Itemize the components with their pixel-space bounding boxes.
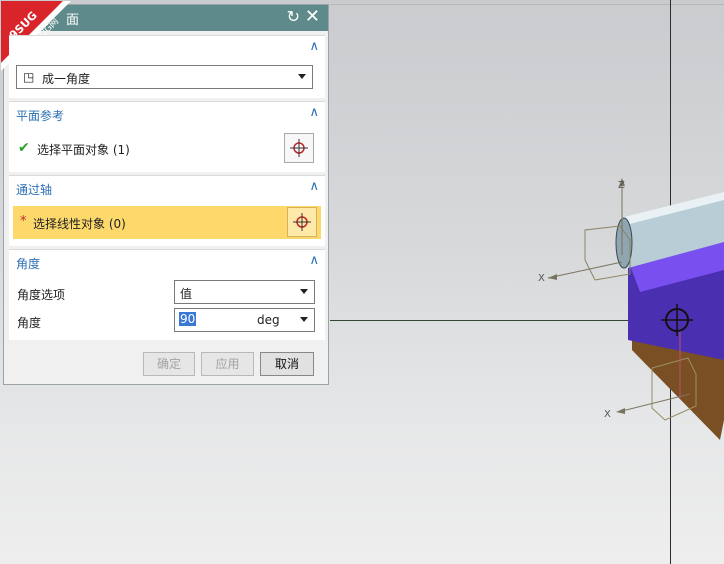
angle-option-value: 值 <box>180 287 193 301</box>
checkmark-icon: ✔ <box>18 140 30 156</box>
viewport-top-border <box>330 4 724 5</box>
dialog-title: 面 <box>66 13 80 28</box>
datum-plane-dialog: 面 ↻ ✕ 9SUG 学UG就上UG网 ∧ ◳ 成一角度 平面参考 ∧ ✔ 选择… <box>1 1 329 385</box>
select-axis-row[interactable]: * 选择线性对象 (0) <box>13 206 321 239</box>
dropdown-arrow-icon <box>298 74 306 79</box>
select-plane-button[interactable] <box>284 133 314 163</box>
angle-value-text[interactable]: 90 <box>179 312 197 326</box>
select-plane-label[interactable]: 选择平面对象 (1) <box>37 141 130 158</box>
x-axis-arrow-lower <box>616 408 625 414</box>
angle-value-input[interactable]: 90 deg <box>174 308 315 332</box>
dropdown-arrow-icon <box>300 289 308 294</box>
through-axis-section: 通过轴 ∧ * 选择线性对象 (0) <box>9 175 325 246</box>
plane-reference-section: 平面参考 ∧ ✔ 选择平面对象 (1) <box>9 101 325 172</box>
crosshair-select-icon <box>290 139 308 157</box>
collapse-chevron-icon[interactable]: ∧ <box>309 39 319 54</box>
x-axis-line-upper <box>547 261 623 279</box>
crosshair-select-icon <box>293 213 311 231</box>
angle-title: 角度 <box>16 257 41 271</box>
plane-type-value: 成一角度 <box>42 72 91 86</box>
z-axis-label: Z <box>618 180 625 191</box>
angle-option-dropdown[interactable]: 值 <box>174 280 315 304</box>
model-viewport[interactable]: Z X X <box>520 150 724 450</box>
required-asterisk: * <box>20 214 27 229</box>
plane-reference-title: 平面参考 <box>16 109 65 123</box>
select-axis-label: 选择线性对象 (0) <box>33 217 126 231</box>
angle-unit: deg <box>257 313 280 327</box>
angle-option-label: 角度选项 <box>17 288 66 302</box>
select-axis-button[interactable] <box>287 207 317 237</box>
cancel-button[interactable]: 取消 <box>260 352 314 376</box>
type-section-header[interactable]: ∧ <box>9 36 325 60</box>
angle-section: 角度 ∧ 角度选项 值 角度 90 deg <box>9 249 325 340</box>
apply-button[interactable]: 应用 <box>201 352 254 376</box>
x-axis-label-lower: X <box>604 409 611 420</box>
angle-label: 角度 <box>17 316 42 330</box>
reset-icon[interactable]: ↻ <box>287 7 300 26</box>
dropdown-arrow-icon[interactable] <box>300 317 308 322</box>
through-axis-header[interactable]: 通过轴 ∧ <box>9 176 325 200</box>
plane-reference-header[interactable]: 平面参考 ∧ <box>9 102 325 126</box>
x-axis-label-upper: X <box>538 273 545 284</box>
plane-type-dropdown[interactable]: ◳ 成一角度 <box>16 65 313 89</box>
collapse-chevron-icon[interactable]: ∧ <box>309 105 319 120</box>
angle-header[interactable]: 角度 ∧ <box>9 250 325 274</box>
collapse-chevron-icon[interactable]: ∧ <box>309 179 319 194</box>
through-axis-title: 通过轴 <box>16 183 53 197</box>
ok-button[interactable]: 确定 <box>143 352 195 376</box>
close-icon[interactable]: ✕ <box>305 6 320 27</box>
x-axis-arrow-upper <box>548 274 557 280</box>
angle-plane-icon: ◳ <box>23 70 35 84</box>
type-section: ∧ ◳ 成一角度 <box>9 35 325 98</box>
collapse-chevron-icon[interactable]: ∧ <box>309 253 319 268</box>
dialog-titlebar[interactable]: 面 ↻ ✕ <box>4 5 328 31</box>
